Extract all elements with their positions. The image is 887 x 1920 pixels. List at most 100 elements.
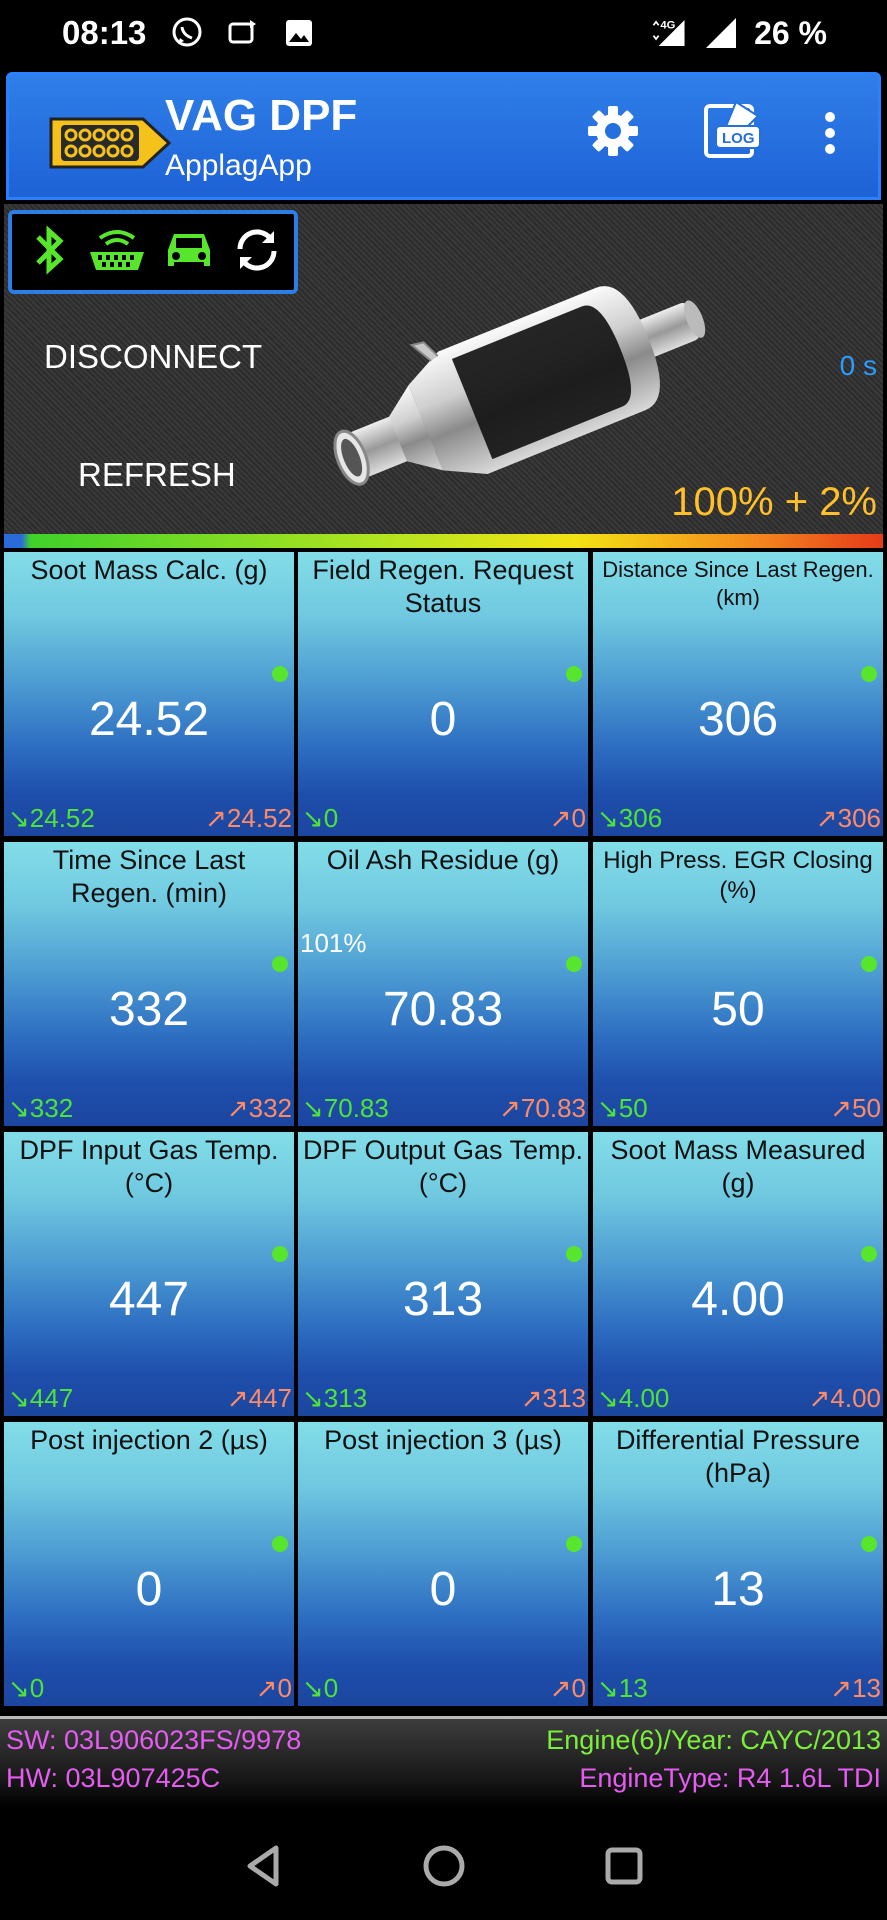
- connection-status: [8, 210, 298, 294]
- back-icon[interactable]: [240, 1842, 288, 1895]
- tile-min: ↘70.83: [302, 1093, 389, 1123]
- tile-max: ↗0: [549, 803, 586, 833]
- svg-text:4G: 4G: [660, 20, 675, 32]
- tile-title: Soot Mass Measured (g): [610, 1135, 866, 1198]
- status-dot: [566, 666, 582, 682]
- tile-min: ↘447: [8, 1383, 74, 1413]
- status-dot: [861, 1246, 877, 1262]
- tile-min: ↘0: [8, 1673, 45, 1703]
- tile-value: 447: [108, 1273, 190, 1326]
- tile-title: DPF Output Gas Temp. (°C): [302, 1135, 584, 1198]
- app-subtitle: ApplagApp: [165, 149, 312, 182]
- tile-max: ↗447: [226, 1383, 292, 1413]
- tile-value: 50: [711, 983, 765, 1036]
- tile-differential-pressure[interactable]: Differential Pressure (hPa) 13 ↘13 ↗13: [593, 1422, 883, 1706]
- tile-oil-ash-residue[interactable]: Oil Ash Residue (g) 101% 70.83 ↘70.83 ↗7…: [298, 842, 588, 1126]
- status-dot: [272, 1536, 288, 1552]
- tile-distance-since-regen[interactable]: Distance Since Last Regen. (km) 306 ↘306…: [593, 552, 883, 836]
- sync-notification-icon: [224, 14, 262, 52]
- dpf-fill-gradient-bar: [4, 534, 883, 548]
- engine-year: Engine(6)/Year: CAYC/2013: [546, 1725, 881, 1755]
- tile-title: DPF Input Gas Temp. (°C): [19, 1135, 279, 1198]
- recents-icon[interactable]: [600, 1842, 648, 1895]
- status-bar: 08:13 4G 26 %: [0, 0, 887, 72]
- image-icon: [280, 14, 318, 52]
- bluetooth-icon: [30, 223, 70, 282]
- status-time: 08:13: [62, 14, 147, 51]
- tile-max: ↗332: [226, 1093, 292, 1123]
- viber-icon: [168, 14, 206, 52]
- car-icon: [164, 228, 214, 277]
- tile-value: 0: [429, 693, 457, 746]
- elapsed-timer: 0 s: [839, 350, 877, 381]
- tile-max: ↗0: [549, 1673, 586, 1703]
- tile-title: Time Since Last Regen. (min): [52, 845, 246, 908]
- tile-value: 0: [135, 1563, 163, 1616]
- tile-max: ↗70.83: [499, 1093, 586, 1123]
- tile-title: High Press. EGR Closing (%): [603, 847, 873, 904]
- svg-text:LOG: LOG: [722, 130, 755, 147]
- tile-value: 13: [711, 1563, 765, 1616]
- tile-max: ↗50: [830, 1093, 881, 1123]
- tile-min: ↘13: [597, 1673, 648, 1703]
- refresh-sync-icon: [232, 225, 282, 280]
- app-bar: VAG DPF ApplagApp LOG: [6, 72, 881, 200]
- log-icon[interactable]: LOG: [691, 91, 771, 171]
- more-options-icon[interactable]: [815, 103, 845, 163]
- tile-dpf-input-temp[interactable]: DPF Input Gas Temp. (°C) 447 ↘447 ↗447: [4, 1132, 294, 1416]
- home-icon[interactable]: [420, 1842, 468, 1895]
- ecu-info-bar: SW: 03L906023FS/9978 HW: 03L907425C Engi…: [0, 1716, 887, 1808]
- disconnect-button[interactable]: DISCONNECT: [44, 338, 262, 376]
- tile-min: ↘0: [302, 803, 339, 833]
- system-nav-bar: [0, 1808, 887, 1920]
- refresh-button[interactable]: REFRESH: [78, 456, 236, 494]
- tile-max: ↗24.52: [205, 803, 292, 833]
- obd-adapter-icon: [88, 226, 146, 279]
- tile-max: ↗13: [830, 1673, 881, 1703]
- engine-type: EngineType: R4 1.6L TDI: [579, 1763, 881, 1793]
- tile-dpf-output-temp[interactable]: DPF Output Gas Temp. (°C) 313 ↘313 ↗313: [298, 1132, 588, 1416]
- dpf-status-panel: DISCONNECT REFRESH 0 s 100% + 2%: [4, 204, 883, 540]
- tile-egr-closing[interactable]: High Press. EGR Closing (%) 50 ↘50 ↗50: [593, 842, 883, 1126]
- tile-post-injection-3[interactable]: Post injection 3 (µs) 0 ↘0 ↗0: [298, 1422, 588, 1706]
- tile-title: Differential Pressure (hPa): [615, 1425, 861, 1488]
- tile-field-regen-request[interactable]: Field Regen. Request Status 0 ↘0 ↗0: [298, 552, 588, 836]
- tile-time-since-regen[interactable]: Time Since Last Regen. (min) 332 ↘332 ↗3…: [4, 842, 294, 1126]
- tile-value: 70.83: [382, 983, 504, 1036]
- status-dot: [861, 956, 877, 972]
- status-dot: [272, 956, 288, 972]
- status-dot: [861, 666, 877, 682]
- app-title: VAG DPF: [165, 91, 358, 140]
- dpf-fill-percent: 100% + 2%: [671, 480, 877, 524]
- dpf-logo-icon: [47, 111, 172, 180]
- tile-max: ↗306: [815, 803, 881, 833]
- tile-title: Soot Mass Calc. (g): [30, 555, 268, 585]
- tile-min: ↘0: [302, 1673, 339, 1703]
- tile-value: 0: [429, 1563, 457, 1616]
- tile-min: ↘50: [597, 1093, 648, 1123]
- tile-soot-mass-calc[interactable]: Soot Mass Calc. (g) 24.52 ↘24.52 ↗24.52: [4, 552, 294, 836]
- tile-max: ↗313: [520, 1383, 586, 1413]
- settings-gear-icon[interactable]: [581, 99, 645, 163]
- status-dot: [272, 1246, 288, 1262]
- status-dot: [272, 666, 288, 682]
- tile-min: ↘4.00: [597, 1383, 670, 1413]
- tile-soot-mass-measured[interactable]: Soot Mass Measured (g) 4.00 ↘4.00 ↗4.00: [593, 1132, 883, 1416]
- status-dot: [566, 956, 582, 972]
- tile-percent: 101%: [300, 928, 367, 958]
- tile-post-injection-2[interactable]: Post injection 2 (µs) 0 ↘0 ↗0: [4, 1422, 294, 1706]
- tile-value: 4.00: [691, 1273, 785, 1326]
- tile-max: ↗4.00: [808, 1383, 881, 1413]
- tile-min: ↘313: [302, 1383, 368, 1413]
- battery-percent: 26 %: [754, 14, 827, 51]
- tile-max: ↗0: [255, 1673, 292, 1703]
- tile-title: Field Regen. Request Status: [312, 555, 574, 618]
- tile-value: 313: [402, 1273, 484, 1326]
- signal-4g-icon: 4G: [650, 14, 688, 52]
- tile-value: 306: [697, 693, 779, 746]
- status-dot: [566, 1536, 582, 1552]
- tile-min: ↘332: [8, 1093, 74, 1123]
- tile-title: Post injection 2 (µs): [30, 1425, 268, 1455]
- tile-title: Distance Since Last Regen. (km): [602, 557, 874, 610]
- tile-value: 332: [108, 983, 190, 1036]
